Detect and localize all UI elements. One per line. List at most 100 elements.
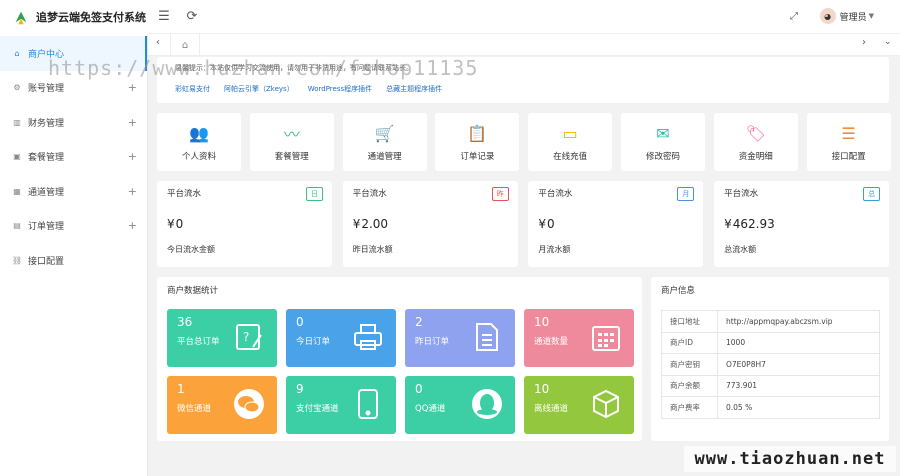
chevron-down-icon: ▼ <box>868 12 874 20</box>
rocket-logo-icon <box>15 11 27 25</box>
quick-nav-label: 通道管理 <box>367 152 402 162</box>
sidebar-item-label: 套餐管理 <box>28 153 65 164</box>
merchant-info-panel: 商户信息 接口地址 http://appmqpay.abczsm.vip 商户ID 1… <box>651 277 889 441</box>
stat-tile[interactable]: 1 微信通道 <box>167 376 277 434</box>
quick-nav-label: 个人资料 <box>181 152 216 162</box>
quick-nav-item[interactable]: 〰套餐管理 <box>249 113 334 171</box>
qq-icon <box>471 388 503 420</box>
pulse-icon: 〰 <box>283 125 300 144</box>
tab-scroll-left-icon[interactable]: ‹ <box>156 37 160 48</box>
sidebar-item-label: 接口配置 <box>28 256 65 267</box>
table-row: 商户余额 773.901 <box>661 374 880 397</box>
sidebar-item-6[interactable]: ⛓ 接口配置 <box>0 243 147 278</box>
stat-tile[interactable]: 10 通道数量 <box>524 309 634 367</box>
grid-icon: ▦ <box>13 186 21 196</box>
quick-nav-label: 接口配置 <box>831 152 866 162</box>
stat-tile[interactable]: 0 QQ通道 <box>405 376 515 434</box>
stat-tile[interactable]: 2 昨日订单 <box>405 309 515 367</box>
flow-badge: 昨 <box>491 187 509 201</box>
tag-icon: 🏷 <box>745 123 766 143</box>
merchant-key: 商户余额 <box>661 374 718 397</box>
quick-nav-item[interactable]: ✉ 修改密码 <box>621 113 705 171</box>
merchant-key: 商户费率 <box>661 396 718 419</box>
menu-toggle-icon[interactable]: ☰ <box>156 8 172 24</box>
merchant-key: 接口地址 <box>661 310 718 333</box>
calendar-icon <box>590 321 622 353</box>
flow-card: 平台流水 总 ¥462.93 总流水额 <box>714 181 890 267</box>
order-icon: ▤ <box>13 221 21 231</box>
flow-value: 0 <box>547 217 555 231</box>
home-icon: ⌂ <box>181 39 189 51</box>
clipboard-icon: 📋 <box>467 123 488 143</box>
sliders-icon: ☰ <box>841 123 856 143</box>
card-icon: ▭ <box>562 123 578 143</box>
app-title: 追梦云端免签支付系统 <box>36 11 146 24</box>
notice-link[interactable]: 阿帕云引擎（Zkeys） <box>224 84 294 94</box>
stat-tile[interactable]: 10 离线通道 <box>524 376 634 434</box>
merchant-info-title: 商户信息 <box>661 286 696 296</box>
users-icon: 👥 <box>189 123 209 143</box>
stat-tile[interactable]: 9 支付宝通道 <box>286 376 396 434</box>
expand-plus-icon[interactable]: + <box>128 219 137 232</box>
quick-nav-label: 订单记录 <box>460 152 495 162</box>
sidebar: ⌂ 商户中心 ⚙ 账号管理 + ▥ 财务管理 + ▣ 套餐管理 + ▦ 通道管理 + ▤ 订单管理 + ⛓ 接口配置 <box>0 34 148 476</box>
tab-menu-chevron-icon[interactable]: ⌄ <box>884 37 892 47</box>
chart-icon: ▥ <box>13 117 21 127</box>
printer-icon <box>352 321 384 353</box>
link-icon: ⛓ <box>11 255 23 265</box>
sidebar-item-4[interactable]: ▦ 通道管理 + <box>0 174 147 209</box>
merchant-value: 0.05 % <box>717 396 880 419</box>
wechat-icon <box>233 388 265 420</box>
stat-tile[interactable]: 36 平台总订单? <box>167 309 277 367</box>
quick-nav-item[interactable]: 👥 个人资料 <box>157 113 241 171</box>
svg-text:?: ? <box>243 330 249 344</box>
quick-nav-label: 在线充值 <box>553 152 588 162</box>
merchant-value: http://appmqpay.abczsm.vip <box>717 310 880 333</box>
expand-plus-icon[interactable]: + <box>128 116 137 129</box>
quick-nav-label: 资金明细 <box>738 152 773 162</box>
tab-home[interactable]: ⌂ <box>170 34 200 56</box>
sidebar-item-label: 财务管理 <box>28 118 65 129</box>
top-bar: ☰ ⟳ ⤢ ◕ 管理员 ▼ <box>148 0 900 34</box>
notice-link[interactable]: 总藏主题程序插件 <box>386 84 442 94</box>
expand-plus-icon[interactable]: + <box>128 81 137 94</box>
quick-nav-item[interactable]: ▭ 在线充值 <box>528 113 613 171</box>
box-icon: ▣ <box>13 152 21 162</box>
watermark-bottom: www.tiaozhuan.net <box>684 446 896 472</box>
sidebar-item-2[interactable]: ▥ 财务管理 + <box>0 105 147 140</box>
flow-subtitle: 月流水额 <box>538 245 571 254</box>
flow-badge: 月 <box>677 187 695 201</box>
tab-bar: ‹ ⌂ › ⌄ <box>148 34 900 56</box>
sidebar-item-3[interactable]: ▣ 套餐管理 + <box>0 140 147 175</box>
brand[interactable]: 追梦云端免签支付系统 <box>0 0 148 34</box>
flow-subtitle: 总流水额 <box>724 245 757 254</box>
gear-icon: ⚙ <box>13 83 21 93</box>
flow-value: 462.93 <box>732 217 775 231</box>
quick-nav-item[interactable]: ☰ 接口配置 <box>806 113 891 171</box>
list-doc-icon <box>471 321 503 353</box>
tablet-icon <box>352 388 384 420</box>
expand-plus-icon[interactable]: + <box>128 150 137 163</box>
merchant-key: 商户ID <box>661 331 718 354</box>
flow-subtitle: 今日流水金额 <box>167 245 215 254</box>
sidebar-item-5[interactable]: ▤ 订单管理 + <box>0 209 147 244</box>
fullscreen-icon[interactable]: ⤢ <box>786 8 802 24</box>
expand-plus-icon[interactable]: + <box>128 185 137 198</box>
notice-link[interactable]: 彩虹易支付 <box>175 84 210 94</box>
quick-nav-item[interactable]: 🏷 资金明细 <box>713 113 798 171</box>
table-row: 接口地址 http://appmqpay.abczsm.vip <box>661 310 880 333</box>
tab-scroll-right-icon[interactable]: › <box>862 37 866 48</box>
notice-link[interactable]: WordPress程序插件 <box>308 84 372 94</box>
flow-badge: 总 <box>863 187 881 201</box>
flow-card-title: 平台流水 <box>167 189 202 199</box>
sidebar-item-label: 账号管理 <box>28 84 65 95</box>
stat-tile[interactable]: 0 今日订单 <box>286 309 396 367</box>
quick-nav-item[interactable]: 📋 订单记录 <box>435 113 520 171</box>
flow-card: 平台流水 月 ¥0 月流水额 <box>528 181 704 267</box>
avatar: ◕ <box>819 8 836 24</box>
refresh-icon[interactable]: ⟳ <box>184 8 200 24</box>
admin-menu[interactable]: ◕ 管理员 ▼ <box>819 8 874 24</box>
sidebar-item-label: 订单管理 <box>28 222 65 233</box>
flow-card-title: 平台流水 <box>352 189 387 199</box>
quick-nav-item[interactable]: 🛒 通道管理 <box>342 113 427 171</box>
